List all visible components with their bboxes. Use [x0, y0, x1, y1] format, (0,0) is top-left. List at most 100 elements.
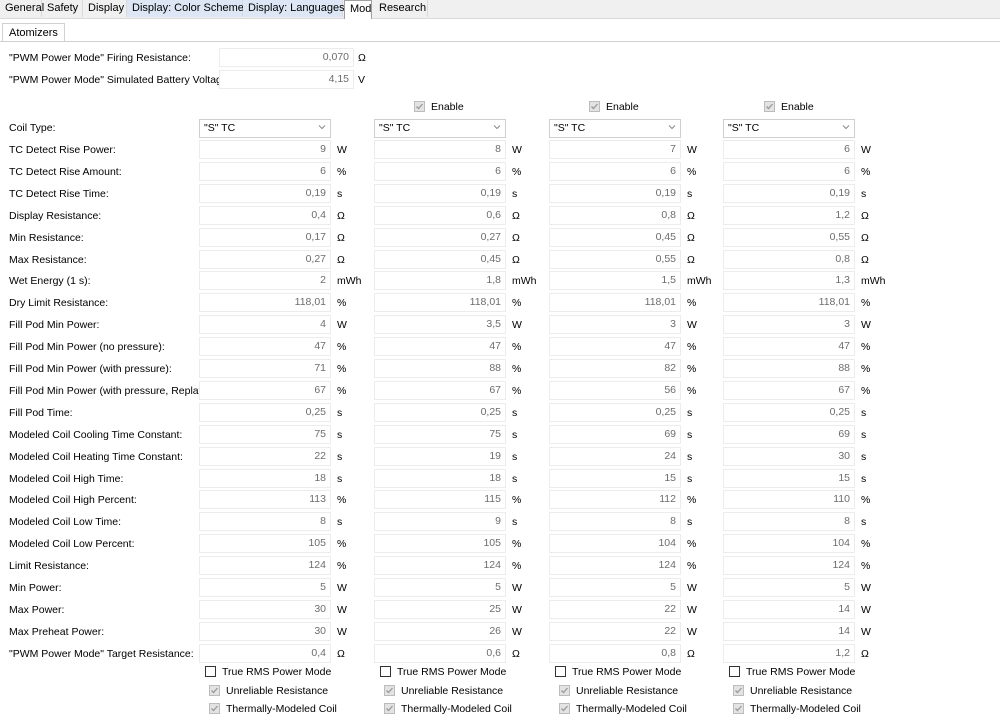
param-input[interactable]: 124: [199, 556, 331, 576]
param-input[interactable]: 5: [723, 578, 855, 597]
param-input[interactable]: 9: [374, 512, 506, 532]
param-input[interactable]: 22: [199, 446, 331, 466]
thermally-modeled-checkbox[interactable]: Thermally-Modeled Coil: [733, 702, 861, 716]
param-input[interactable]: 110: [723, 490, 855, 510]
param-input[interactable]: 115: [374, 490, 506, 510]
param-input[interactable]: 0,6: [374, 643, 506, 663]
param-input[interactable]: 124: [723, 556, 855, 576]
param-input[interactable]: 30: [199, 621, 331, 641]
param-input[interactable]: 118,01: [199, 293, 331, 313]
coil-type-select-3[interactable]: "S" TC: [549, 119, 681, 138]
param-input[interactable]: 1,5: [549, 271, 681, 291]
unreliable-resistance-checkbox[interactable]: Unreliable Resistance: [209, 684, 328, 698]
param-input[interactable]: 0,8: [549, 643, 681, 663]
param-input[interactable]: 1,8: [374, 271, 506, 291]
unreliable-resistance-checkbox[interactable]: Unreliable Resistance: [559, 684, 678, 698]
param-input[interactable]: 105: [374, 534, 506, 554]
true-rms-checkbox[interactable]: True RMS Power Mode: [555, 665, 681, 679]
param-input[interactable]: 118,01: [549, 293, 681, 313]
enable-checkbox-3[interactable]: Enable: [589, 100, 639, 114]
param-input[interactable]: 69: [723, 424, 855, 444]
tab-research[interactable]: Research: [374, 0, 428, 17]
tab-general[interactable]: General: [0, 0, 44, 17]
param-input[interactable]: 6: [723, 161, 855, 181]
param-input[interactable]: 118,01: [723, 293, 855, 313]
param-input[interactable]: 0,25: [549, 402, 681, 422]
param-input[interactable]: 0,17: [199, 227, 331, 247]
tab-safety[interactable]: Safety: [42, 0, 83, 17]
param-input[interactable]: 3,5: [374, 315, 506, 335]
param-input[interactable]: 75: [199, 424, 331, 444]
param-input[interactable]: 0,4: [199, 205, 331, 225]
unreliable-resistance-checkbox[interactable]: Unreliable Resistance: [733, 684, 852, 698]
param-input[interactable]: 0,25: [723, 402, 855, 422]
true-rms-checkbox[interactable]: True RMS Power Mode: [729, 665, 855, 679]
param-input[interactable]: 15: [549, 468, 681, 488]
param-input[interactable]: 6: [549, 161, 681, 181]
param-input[interactable]: 0,8: [723, 249, 855, 269]
tab-display-color-schemes[interactable]: Display: Color Schemes: [127, 0, 249, 17]
param-input[interactable]: 75: [374, 424, 506, 444]
param-input[interactable]: 0,19: [549, 183, 681, 203]
param-input[interactable]: 8: [199, 512, 331, 532]
param-input[interactable]: 88: [374, 359, 506, 378]
param-input[interactable]: 5: [374, 578, 506, 597]
param-input[interactable]: 0,19: [723, 183, 855, 203]
param-input[interactable]: 124: [374, 556, 506, 576]
param-input[interactable]: 112: [549, 490, 681, 510]
param-input[interactable]: 0,45: [549, 227, 681, 247]
param-input[interactable]: 5: [199, 578, 331, 597]
param-input[interactable]: 0,8: [549, 205, 681, 225]
param-input[interactable]: 30: [199, 599, 331, 619]
param-input[interactable]: 0,27: [374, 227, 506, 247]
param-input[interactable]: 1,2: [723, 205, 855, 225]
param-input[interactable]: 0,55: [723, 227, 855, 247]
thermally-modeled-checkbox[interactable]: Thermally-Modeled Coil: [209, 702, 337, 716]
coil-type-select-2[interactable]: "S" TC: [374, 119, 506, 138]
param-input[interactable]: 15: [723, 468, 855, 488]
enable-checkbox-2[interactable]: Enable: [414, 100, 464, 114]
param-input[interactable]: 0,25: [199, 402, 331, 422]
param-input[interactable]: 8: [723, 512, 855, 532]
param-input[interactable]: 88: [723, 359, 855, 378]
tab-display[interactable]: Display: [83, 0, 127, 17]
param-input[interactable]: 0,25: [374, 402, 506, 422]
param-input[interactable]: 6: [723, 140, 855, 159]
param-input[interactable]: 0,45: [374, 249, 506, 269]
param-input[interactable]: 0,6: [374, 205, 506, 225]
param-input[interactable]: 3: [723, 315, 855, 335]
tab-mod[interactable]: Mod: [344, 0, 372, 19]
param-input[interactable]: 67: [374, 380, 506, 400]
param-input[interactable]: 47: [374, 337, 506, 357]
param-input[interactable]: 26: [374, 621, 506, 641]
param-input[interactable]: 7: [549, 140, 681, 159]
param-input[interactable]: 9: [199, 140, 331, 159]
param-input[interactable]: 47: [723, 337, 855, 357]
param-input[interactable]: 6: [199, 161, 331, 181]
param-input[interactable]: 19: [374, 446, 506, 466]
param-input[interactable]: 22: [549, 599, 681, 619]
param-input[interactable]: 104: [723, 534, 855, 554]
enable-checkbox-4[interactable]: Enable: [764, 100, 814, 114]
param-input[interactable]: 67: [723, 380, 855, 400]
param-input[interactable]: 30: [723, 446, 855, 466]
param-input[interactable]: 25: [374, 599, 506, 619]
coil-type-select-4[interactable]: "S" TC: [723, 119, 855, 138]
param-input[interactable]: 105: [199, 534, 331, 554]
param-input[interactable]: 5: [549, 578, 681, 597]
param-input[interactable]: 71: [199, 359, 331, 378]
firing-resistance-input[interactable]: 0,070: [219, 48, 354, 67]
coil-type-select-1[interactable]: "S" TC: [199, 119, 331, 138]
param-input[interactable]: 3: [549, 315, 681, 335]
param-input[interactable]: 0,27: [199, 249, 331, 269]
param-input[interactable]: 47: [549, 337, 681, 357]
param-input[interactable]: 24: [549, 446, 681, 466]
param-input[interactable]: 6: [374, 161, 506, 181]
param-input[interactable]: 104: [549, 534, 681, 554]
param-input[interactable]: 113: [199, 490, 331, 510]
param-input[interactable]: 0,19: [199, 183, 331, 203]
param-input[interactable]: 8: [374, 140, 506, 159]
param-input[interactable]: 22: [549, 621, 681, 641]
thermally-modeled-checkbox[interactable]: Thermally-Modeled Coil: [384, 702, 512, 716]
thermally-modeled-checkbox[interactable]: Thermally-Modeled Coil: [559, 702, 687, 716]
